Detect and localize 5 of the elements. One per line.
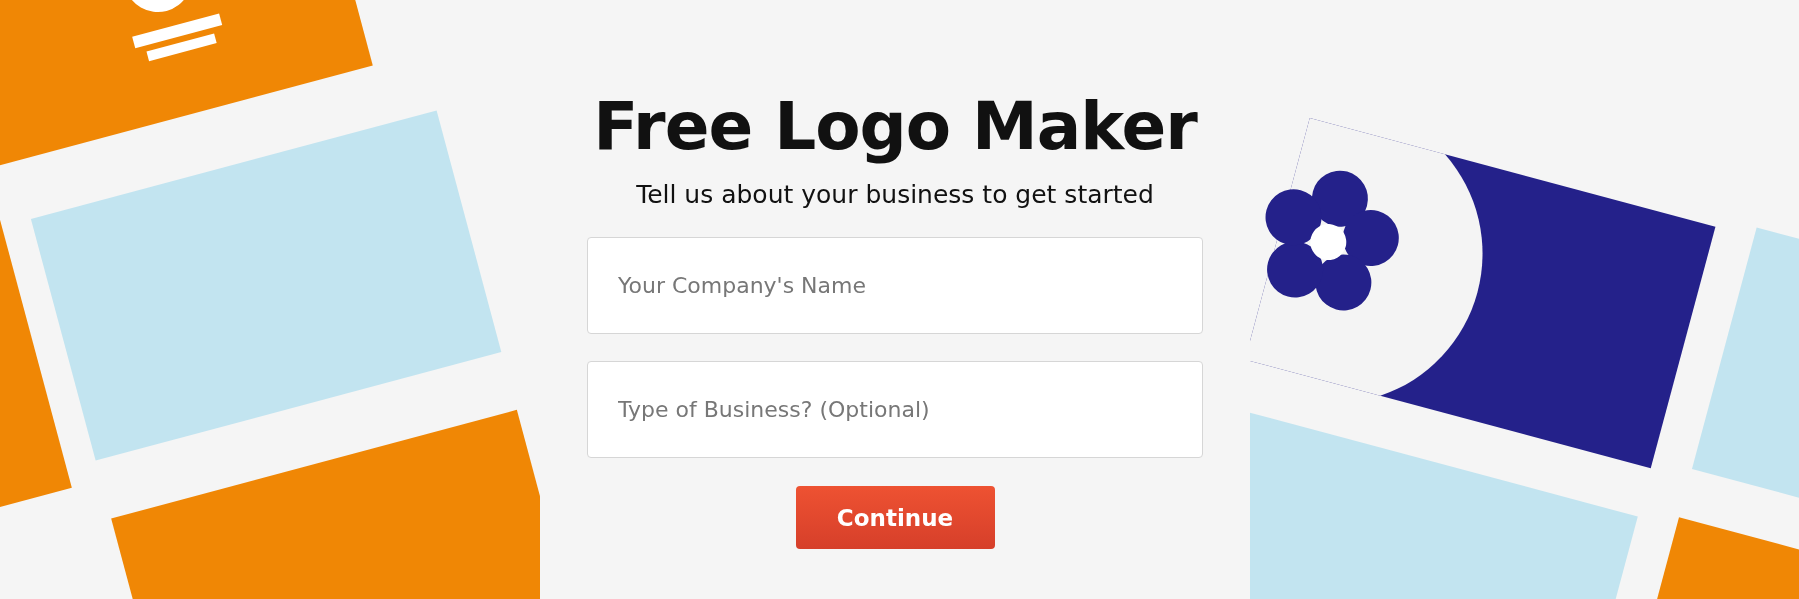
input-field[interactable]: Type of Business? (Optional) xyxy=(587,361,1203,458)
subtitle: Tell us about your business to get started xyxy=(636,180,1154,210)
continue-button[interactable]: Continue xyxy=(795,486,995,549)
page-title: Free Logo Maker xyxy=(593,88,1197,166)
input-field[interactable]: Your Company's Name xyxy=(587,237,1203,334)
